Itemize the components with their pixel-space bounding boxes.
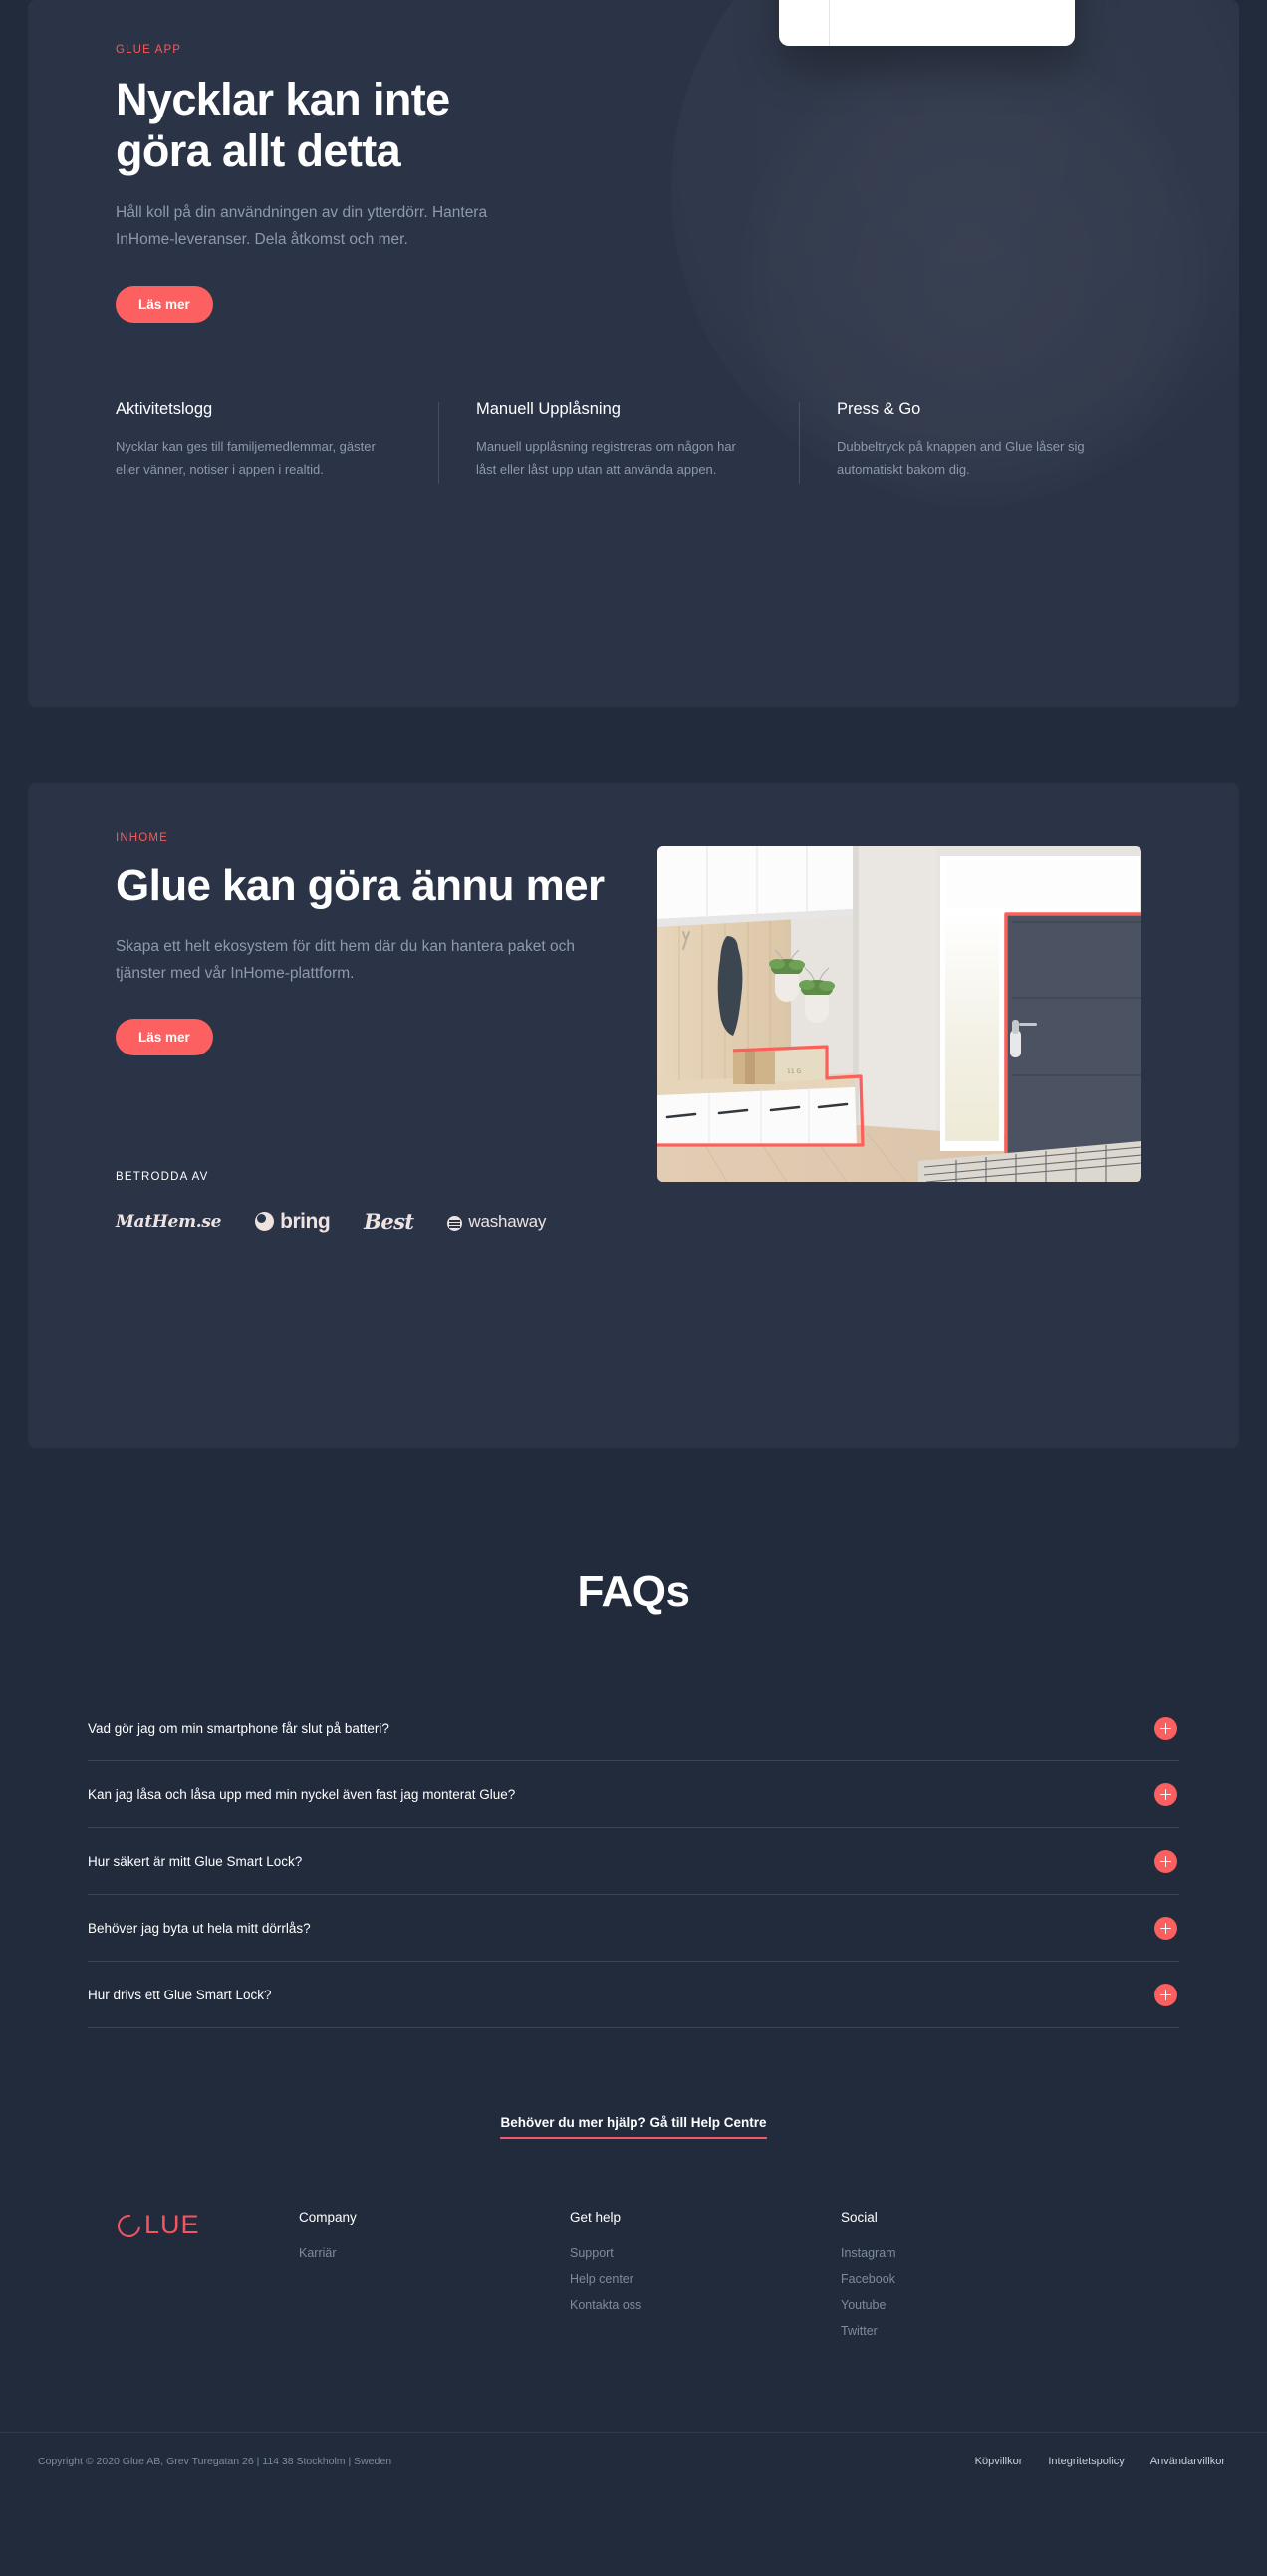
legal-link-kopvillkor[interactable]: Köpvillkor [975,2456,1023,2467]
washaway-logo-label: washaway [468,1211,547,1231]
copyright-text: Copyright © 2020 Glue AB, Grev Turegatan… [38,2455,392,2467]
footer-column-get-help: Get help Support Help center Kontakta os… [570,2210,841,2350]
read-more-button[interactable]: Läs mer [116,1019,213,1056]
section-title: Glue kan göra ännu mer [116,861,605,910]
glue-logo[interactable]: LUE [113,2210,299,2242]
read-more-button[interactable]: Läs mer [116,285,213,323]
faq-question: Behöver jag byta ut hela mitt dörrlås? [88,1921,311,1936]
footer-column-title: Social [841,2210,878,2225]
footer-column-title: Get help [570,2210,622,2225]
help-centre-link[interactable]: Behöver du mer hjälp? Gå till Help Centr… [500,2115,767,2139]
footer-brand[interactable]: LUE [113,2210,299,2350]
feature-item: Manuell Upplåsning Manuell upplåsning re… [438,399,799,484]
plus-icon[interactable] [1154,1783,1177,1806]
faq-title: FAQs [577,1567,690,1616]
glue-app-section: GLUE APP Nycklar kan inte göra allt dett… [28,0,1239,707]
faq-question: Hur drivs ett Glue Smart Lock? [88,1988,272,2002]
feature-title: Press & Go [837,399,921,418]
feature-item: Aktivitetslogg Nycklar kan ges till fami… [116,400,438,481]
feature-body: Nycklar kan ges till familjemedlemmar, g… [116,438,376,477]
legal-link-anvandarvillkor[interactable]: Användarvillkor [1150,2456,1225,2467]
legal-link-integritetspolicy[interactable]: Integritetspolicy [1048,2456,1124,2467]
plus-icon[interactable] [1154,1850,1177,1873]
faq-question: Kan jag låsa och låsa upp med min nyckel… [88,1787,516,1802]
feature-body: Manuell upplåsning registreras om någon … [476,438,736,477]
hallway-illustration: 11 G [657,846,1141,1182]
faq-section: FAQs Vad gör jag om min smartphone får s… [0,1448,1267,2139]
feature-body: Dubbeltryck på knappen and Glue låser si… [837,438,1085,477]
legal-links: Köpvillkor Integritetspolicy Användarvil… [975,2456,1225,2467]
footer-link-youtube[interactable]: Youtube [841,2298,896,2312]
footer-link-facebook[interactable]: Facebook [841,2272,896,2286]
bring-mark-icon [255,1212,275,1232]
help-centre-link-wrap: Behöver du mer hjälp? Gå till Help Centr… [0,2114,1267,2139]
footer-column-title: Company [299,2210,357,2225]
footer-link-twitter[interactable]: Twitter [841,2324,896,2338]
partner-logo-row: MatHem.se bring Best washaway [116,1209,665,1234]
glue-g-icon [113,2210,145,2242]
plus-icon[interactable] [1154,1984,1177,2006]
bring-logo-label: bring [280,1209,331,1233]
washaway-mark-icon [447,1216,463,1232]
faq-list: Vad gör jag om min smartphone får slut p… [88,1694,1179,2028]
trusted-by-label: BETRODDA AV [116,1171,209,1184]
mathem-logo: MatHem.se [116,1211,222,1232]
feature-columns: Aktivitetslogg Nycklar kan ges till fami… [116,399,1239,484]
footer-link-instagram[interactable]: Instagram [841,2246,896,2260]
feature-title: Aktivitetslogg [116,399,213,418]
svg-text:11 G: 11 G [787,1068,802,1075]
faq-item[interactable]: Hur säkert är mitt Glue Smart Lock? [88,1828,1179,1895]
section-eyebrow: INHOME [116,832,168,844]
washaway-logo: washaway [447,1212,546,1232]
faq-question: Hur säkert är mitt Glue Smart Lock? [88,1854,303,1869]
app-card-divider [829,0,830,46]
app-screenshot-card [779,0,1075,46]
hallway-photo: 11 G [657,846,1141,1182]
footer-link-support[interactable]: Support [570,2246,841,2260]
footer-link-help-center[interactable]: Help center [570,2272,841,2286]
best-logo: Best [364,1209,414,1235]
faq-item[interactable]: Kan jag låsa och låsa upp med min nyckel… [88,1761,1179,1828]
footer-link-karriar[interactable]: Karriär [299,2246,570,2260]
feature-title: Manuell Upplåsning [476,399,621,418]
footer-columns: LUE Company Karriär Get help Support Hel… [0,2210,1267,2350]
glue-logo-text: LUE [144,2210,200,2239]
footer: LUE Company Karriär Get help Support Hel… [0,2210,1267,2489]
faq-item[interactable]: Vad gör jag om min smartphone får slut p… [88,1694,1179,1761]
faq-question: Vad gör jag om min smartphone får slut p… [88,1721,389,1736]
footer-column-social: Social Instagram Facebook Youtube Twitte… [841,2210,896,2350]
footer-column-company: Company Karriär [299,2210,570,2350]
page-root: GLUE APP Nycklar kan inte göra allt dett… [0,0,1267,2489]
plus-icon[interactable] [1154,1917,1177,1940]
feature-item: Press & Go Dubbeltryck på knappen and Gl… [799,399,1159,484]
footer-link-kontakta-oss[interactable]: Kontakta oss [570,2298,841,2312]
bring-logo: bring [255,1209,331,1234]
footer-bottom-bar: Copyright © 2020 Glue AB, Grev Turegatan… [0,2432,1267,2489]
faq-item[interactable]: Behöver jag byta ut hela mitt dörrlås? [88,1895,1179,1962]
faq-item[interactable]: Hur drivs ett Glue Smart Lock? [88,1962,1179,2028]
section-description: Håll koll på din användningen av din ytt… [116,204,488,249]
page-title: Nycklar kan inte göra allt detta [116,74,450,177]
section-description: Skapa ett helt ekosystem för ditt hem dä… [116,938,575,982]
plus-icon[interactable] [1154,1717,1177,1740]
